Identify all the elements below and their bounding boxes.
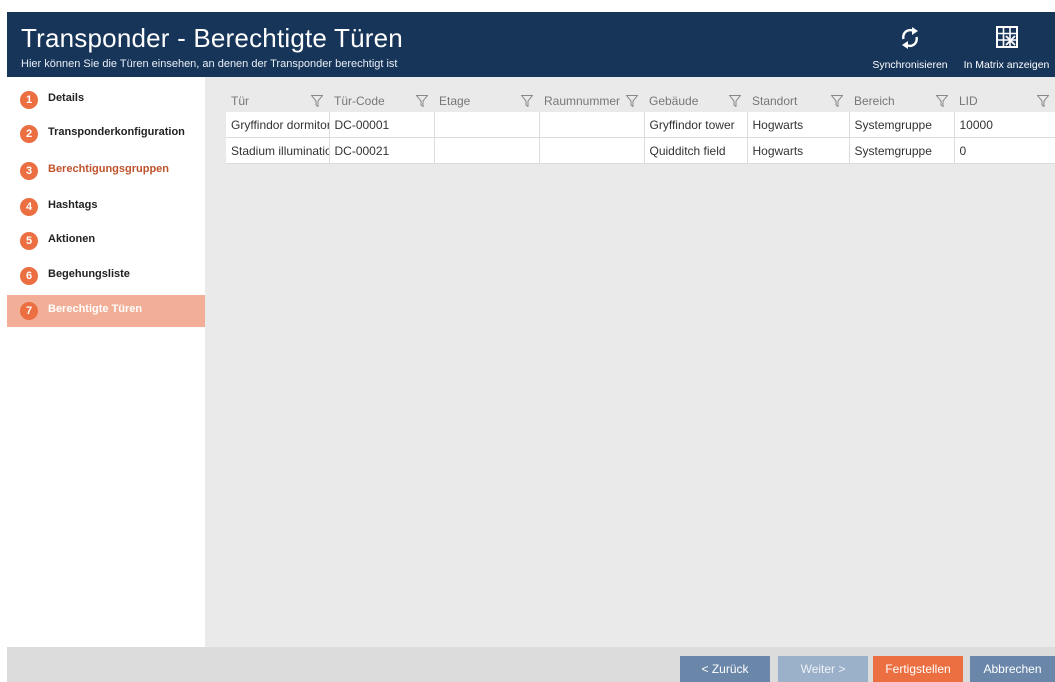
step-number: 7 xyxy=(20,302,38,320)
sync-icon xyxy=(899,26,921,55)
column-header-label: Bereich xyxy=(854,94,895,108)
cell-door: Stadium illumination xyxy=(226,137,330,164)
footer-bar: < Zurück Weiter > Fertigstellen Abbreche… xyxy=(7,647,1055,682)
step-label: Begehungsliste xyxy=(48,268,130,280)
cell-area: Systemgruppe xyxy=(849,137,955,164)
cell-room-number xyxy=(539,137,645,164)
column-header-door-code[interactable]: Tür-Code xyxy=(329,90,434,112)
cell-location: Hogwarts xyxy=(747,112,850,138)
cell-floor xyxy=(434,137,540,164)
step-label: Aktionen xyxy=(48,233,96,245)
cell-building: Quidditch field xyxy=(644,137,748,164)
column-header-door[interactable]: Tür xyxy=(226,90,329,112)
page-subtitle: Hier können Sie die Türen einsehen, an d… xyxy=(21,58,398,70)
step-label: Details xyxy=(48,92,85,104)
column-header-label: Gebäude xyxy=(649,94,699,108)
cell-room-number xyxy=(539,112,645,138)
column-header-label: Raumnummer xyxy=(544,94,621,108)
column-header-lid[interactable]: LID xyxy=(954,90,1055,112)
cell-building: Gryffindor tower xyxy=(644,112,748,138)
back-button[interactable]: < Zurück xyxy=(680,656,770,682)
cell-door-code: DC-00001 xyxy=(329,112,435,138)
show-in-matrix-label: In Matrix anzeigen xyxy=(963,59,1050,71)
table-header-row: Tür Tür-Code Etage Raumnummer Gebäude St… xyxy=(226,90,1055,112)
wizard-steps-sidebar: 1 Details 2 Transponderkonfiguration 3 B… xyxy=(7,77,214,647)
step-authorized-doors[interactable]: 7 Berechtigte Türen xyxy=(7,295,214,327)
column-header-location[interactable]: Standort xyxy=(747,90,849,112)
column-header-building[interactable]: Gebäude xyxy=(644,90,747,112)
filter-icon[interactable] xyxy=(1036,95,1050,110)
cell-area: Systemgruppe xyxy=(849,112,955,138)
cell-floor xyxy=(434,112,540,138)
cell-door: Gryffindor dormitory xyxy=(226,112,330,138)
table-row[interactable]: Gryffindor dormitory DC-00001 Gryffindor… xyxy=(226,112,1055,138)
cancel-button[interactable]: Abbrechen xyxy=(970,656,1055,682)
step-number: 6 xyxy=(20,267,38,285)
step-transponder-configuration[interactable]: 2 Transponderkonfiguration xyxy=(7,118,205,150)
step-number: 2 xyxy=(20,125,38,143)
column-header-floor[interactable]: Etage xyxy=(434,90,539,112)
step-label: Hashtags xyxy=(48,199,98,211)
step-label: Berechtigte Türen xyxy=(48,303,143,315)
step-label: Transponderkonfiguration xyxy=(48,126,185,138)
page-title: Transponder - Berechtigte Türen xyxy=(21,23,403,53)
column-header-label: Tür xyxy=(231,94,249,108)
filter-icon[interactable] xyxy=(415,95,429,110)
column-header-room-number[interactable]: Raumnummer xyxy=(539,90,644,112)
filter-icon[interactable] xyxy=(935,95,949,110)
step-details[interactable]: 1 Details xyxy=(7,84,205,116)
finish-button[interactable]: Fertigstellen xyxy=(873,656,963,682)
content-area: Tür Tür-Code Etage Raumnummer Gebäude St… xyxy=(205,77,1055,647)
step-number: 4 xyxy=(20,198,38,216)
step-access-list[interactable]: 6 Begehungsliste xyxy=(7,260,205,292)
synchronize-button[interactable]: Synchronisieren xyxy=(862,12,958,77)
cell-lid: 10000 xyxy=(954,112,1055,138)
step-number: 3 xyxy=(20,162,38,180)
step-actions[interactable]: 5 Aktionen xyxy=(7,225,205,257)
header-bar: Transponder - Berechtigte Türen Hier kön… xyxy=(7,12,1055,77)
step-authorization-groups[interactable]: 3 Berechtigungsgruppen xyxy=(7,155,205,187)
step-label: Berechtigungsgruppen xyxy=(48,163,170,175)
filter-icon[interactable] xyxy=(520,95,534,110)
step-number: 5 xyxy=(20,232,38,250)
filter-icon[interactable] xyxy=(728,95,742,110)
column-header-label: Etage xyxy=(439,94,471,108)
step-hashtags[interactable]: 4 Hashtags xyxy=(7,191,205,223)
filter-icon[interactable] xyxy=(830,95,844,110)
filter-icon[interactable] xyxy=(310,95,324,110)
matrix-grid-icon xyxy=(995,26,1018,53)
step-number: 1 xyxy=(20,91,38,109)
authorized-doors-table: Tür Tür-Code Etage Raumnummer Gebäude St… xyxy=(226,90,1055,164)
cell-location: Hogwarts xyxy=(747,137,850,164)
show-in-matrix-button[interactable]: In Matrix anzeigen xyxy=(958,12,1055,77)
synchronize-label: Synchronisieren xyxy=(872,59,948,71)
cell-door-code: DC-00021 xyxy=(329,137,435,164)
column-header-area[interactable]: Bereich xyxy=(849,90,954,112)
column-header-label: LID xyxy=(959,94,978,108)
filter-icon[interactable] xyxy=(625,95,639,110)
next-button[interactable]: Weiter > xyxy=(778,656,868,682)
column-header-label: Tür-Code xyxy=(334,94,385,108)
cell-lid: 0 xyxy=(954,137,1055,164)
column-header-label: Standort xyxy=(752,94,798,108)
table-row[interactable]: Stadium illumination DC-00021 Quidditch … xyxy=(226,137,1055,164)
